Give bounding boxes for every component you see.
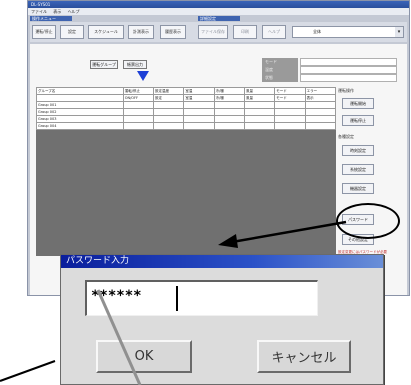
tab-group-operation[interactable]: 運転グループ — [90, 60, 118, 69]
chevron-down-icon[interactable]: ▾ — [395, 27, 403, 37]
window-titlebar: DL-SYS01 — [28, 1, 409, 8]
combo-value: 全体 — [313, 29, 321, 34]
row-name: Group 004 — [36, 122, 124, 130]
system-setting-button[interactable]: 系統設定 — [342, 164, 374, 175]
text-caret — [176, 286, 178, 311]
status-value-temp — [300, 66, 397, 74]
toolbar-button-schedule[interactable]: スケジュール — [88, 25, 124, 39]
column-header: エラー — [304, 87, 337, 95]
start-operation-button[interactable]: 運転開始 — [342, 98, 374, 109]
group-label-right: 詳細設定 — [198, 16, 240, 21]
toolbar-button-history[interactable]: 履歴表示 — [160, 25, 186, 39]
status-value-mode — [300, 58, 397, 66]
toolbar-button-measure[interactable]: 計測表示 — [128, 25, 154, 39]
column-header: 室温 — [183, 87, 215, 95]
column-subheader: 表示 — [304, 94, 337, 102]
column-header: モード — [274, 87, 306, 95]
column-header: 設定温度 — [153, 87, 185, 95]
password-value: ****** — [91, 288, 142, 304]
selection-arrow-icon — [137, 71, 149, 81]
row-name: Group 001 — [36, 101, 124, 109]
menu-view[interactable]: 表示 — [53, 9, 61, 14]
time-setting-button[interactable]: 時刻設定 — [342, 145, 374, 156]
column-header: グループ名 — [36, 87, 124, 95]
row-name: Group 003 — [36, 115, 124, 123]
column-subheader: 風量 — [243, 94, 276, 102]
group-label-left: 操作メニュー — [30, 16, 72, 21]
password-input[interactable]: ****** — [85, 280, 318, 316]
menu-bar: ファイル 表示 ヘルプ — [28, 8, 409, 15]
table-row[interactable]: Group 002 — [36, 108, 337, 116]
status-label-state: 状態 — [262, 74, 298, 82]
toolbar: 運転/停止 設定 スケジュール 計測表示 履歴表示 ファイル保存 印刷 ヘルプ … — [30, 22, 407, 42]
table-row[interactable]: Group 001 — [36, 101, 337, 109]
menu-help[interactable]: ヘルプ — [68, 9, 80, 14]
toolbar-button-run[interactable]: 運転/停止 — [32, 25, 56, 39]
table-subheader-row: ON/OFF 設定 室温 冷/暖 風量 モード 表示 — [36, 94, 337, 102]
password-dialog: パスワード入力 ****** OK キャンセル — [60, 254, 384, 385]
pointer-line-left — [0, 360, 56, 382]
menu-file[interactable]: ファイル — [31, 9, 47, 14]
status-label-mode: モード — [262, 58, 298, 66]
ok-button[interactable]: OK — [96, 340, 192, 373]
column-subheader: 室温 — [183, 94, 215, 102]
toolbar-button-save[interactable]: ファイル保存 — [198, 25, 228, 39]
column-header: 風量 — [243, 87, 276, 95]
column-subheader: 設定 — [153, 94, 185, 102]
row-name: Group 002 — [36, 108, 124, 116]
stop-operation-button[interactable]: 運転停止 — [342, 115, 374, 126]
group-select-combo[interactable]: 全体 ▾ — [292, 26, 404, 38]
column-subheader: ON/OFF — [122, 94, 155, 102]
column-header: 冷/暖 — [213, 87, 245, 95]
dialog-title: パスワード入力 — [61, 255, 383, 268]
application-window: DL-SYS01 ファイル 表示 ヘルプ 操作メニュー 詳細設定 運転/停止 設… — [27, 0, 410, 296]
table-row[interactable]: Group 003 — [36, 115, 337, 123]
table-row[interactable]: Group 004 — [36, 122, 337, 130]
tab-report-output[interactable]: 帳票出力 — [123, 60, 147, 69]
sidebar-section-operation-label: 運転操作 — [338, 88, 354, 93]
device-setting-button[interactable]: 機器設定 — [342, 183, 374, 194]
toolbar-button-help[interactable]: ヘルプ — [262, 25, 286, 39]
sidebar-section-settings-label: 各種設定 — [338, 134, 354, 139]
toolbar-button-setting[interactable]: 設定 — [60, 25, 84, 39]
cancel-button[interactable]: キャンセル — [257, 340, 351, 373]
toolbar-button-print[interactable]: 印刷 — [233, 25, 257, 39]
column-subheader: モード — [274, 94, 306, 102]
status-value-state — [300, 74, 397, 82]
highlight-circle — [336, 203, 400, 239]
status-label-temp: 温度 — [262, 66, 298, 74]
column-subheader: 冷/暖 — [213, 94, 245, 102]
table-header-row: グループ名 運転/停止 設定温度 室温 冷/暖 風量 モード エラー — [36, 87, 337, 95]
group-status-table: グループ名 運転/停止 設定温度 室温 冷/暖 風量 モード エラー ON/OF… — [36, 87, 337, 256]
column-header: 運転/停止 — [122, 87, 155, 95]
